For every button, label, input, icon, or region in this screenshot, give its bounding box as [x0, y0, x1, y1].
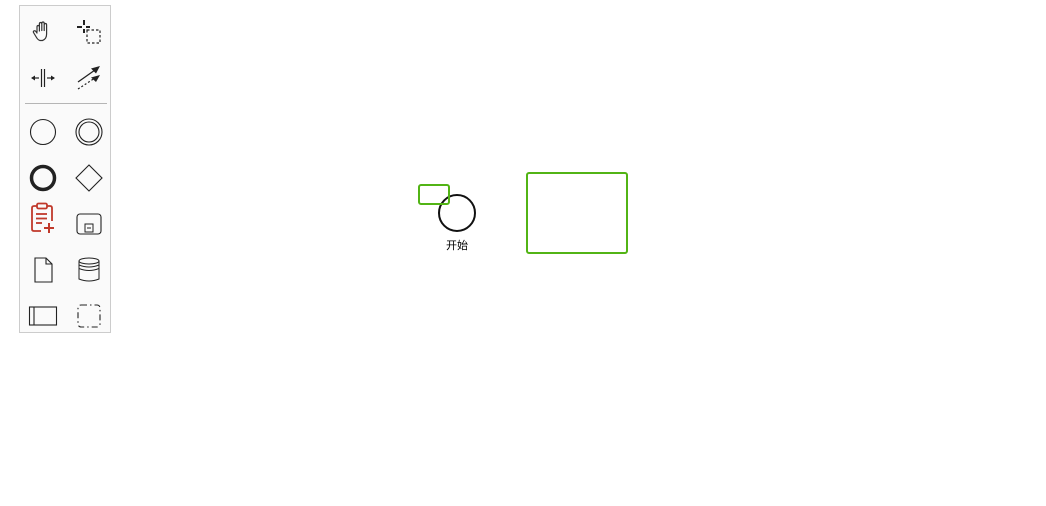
bpmn-canvas[interactable]: 开始: [0, 0, 1046, 506]
start-event-shape[interactable]: [438, 194, 476, 232]
diagram-layer: [418, 172, 628, 254]
task-shape[interactable]: [526, 172, 628, 254]
start-event-label: 开始: [446, 239, 468, 252]
